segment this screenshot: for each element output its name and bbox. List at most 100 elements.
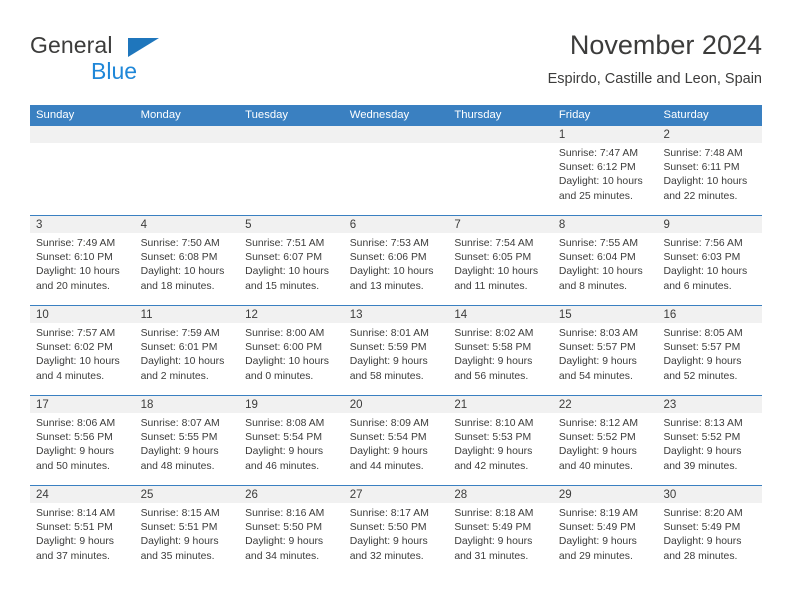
day-cell[interactable]: 17 Sunrise: 8:06 AM Sunset: 5:56 PM Dayl… [30, 396, 135, 485]
day-cell[interactable]: 3 Sunrise: 7:49 AM Sunset: 6:10 PM Dayli… [30, 216, 135, 305]
day-cell[interactable]: 4 Sunrise: 7:50 AM Sunset: 6:08 PM Dayli… [134, 216, 240, 305]
sunrise-text: Sunrise: 8:05 AM [663, 328, 743, 339]
day-cell[interactable]: 6 Sunrise: 7:53 AM Sunset: 6:06 PM Dayli… [343, 216, 449, 305]
day-cell[interactable]: 13 Sunrise: 8:01 AM Sunset: 5:59 PM Dayl… [343, 306, 449, 395]
day-number: 24 [30, 486, 135, 503]
day-cell[interactable]: 23 Sunrise: 8:13 AM Sunset: 5:52 PM Dayl… [657, 396, 763, 485]
day-number: 4 [134, 216, 240, 233]
day-details: Sunrise: 8:07 AM Sunset: 5:55 PM Dayligh… [135, 413, 240, 474]
day-cell[interactable]: 14 Sunrise: 8:02 AM Sunset: 5:58 PM Dayl… [448, 306, 553, 395]
daylight-text: Daylight: 9 hours and 48 minutes. [140, 446, 219, 472]
day-details: Sunrise: 7:50 AM Sunset: 6:08 PM Dayligh… [135, 233, 240, 294]
weekday-header-row: Sunday Monday Tuesday Wednesday Thursday… [30, 105, 762, 126]
daylight-text: Daylight: 10 hours and 15 minutes. [245, 266, 329, 292]
day-number: 18 [134, 396, 240, 413]
sunrise-text: Sunrise: 8:13 AM [663, 418, 743, 429]
brand-triangle-icon [128, 38, 159, 57]
sunrise-text: Sunrise: 7:53 AM [349, 238, 429, 249]
page-title: November 2024 [569, 30, 762, 60]
sunrise-text: Sunrise: 8:12 AM [558, 418, 639, 429]
day-cell[interactable]: 30 Sunrise: 8:20 AM Sunset: 5:49 PM Dayl… [657, 486, 763, 575]
day-cell[interactable]: 1 Sunrise: 7:47 AM Sunset: 6:12 PM Dayli… [552, 126, 658, 215]
day-details: Sunrise: 7:49 AM Sunset: 6:10 PM Dayligh… [30, 233, 135, 294]
day-cell[interactable]: 28 Sunrise: 8:18 AM Sunset: 5:49 PM Dayl… [448, 486, 553, 575]
day-cell[interactable] [448, 126, 553, 215]
day-number: 27 [343, 486, 449, 503]
sunset-text: Sunset: 5:53 PM [454, 432, 532, 444]
daylight-text: Daylight: 9 hours and 46 minutes. [245, 446, 324, 472]
day-cell[interactable]: 8 Sunrise: 7:55 AM Sunset: 6:04 PM Dayli… [552, 216, 658, 305]
day-number: 25 [134, 486, 240, 503]
sunset-text: Sunset: 6:02 PM [36, 342, 113, 354]
day-number [448, 126, 553, 143]
day-cell[interactable] [343, 126, 449, 215]
sunset-text: Sunset: 5:50 PM [349, 522, 427, 534]
day-number: 3 [30, 216, 135, 233]
sunset-text: Sunset: 6:12 PM [558, 162, 636, 174]
day-details: Sunrise: 8:12 AM Sunset: 5:52 PM Dayligh… [553, 413, 658, 474]
day-details: Sunrise: 8:17 AM Sunset: 5:50 PM Dayligh… [344, 503, 449, 564]
day-details [30, 143, 135, 147]
week-row: 17 Sunrise: 8:06 AM Sunset: 5:56 PM Dayl… [30, 395, 763, 485]
day-number [343, 126, 449, 143]
day-cell[interactable]: 15 Sunrise: 8:03 AM Sunset: 5:57 PM Dayl… [552, 306, 658, 395]
brand-logo[interactable]: General Blue [30, 33, 260, 89]
day-number [134, 126, 240, 143]
page-subtitle: Espirdo, Castille and Leon, Spain [547, 71, 762, 87]
brand-name-blue: Blue [91, 58, 138, 84]
day-cell[interactable]: 7 Sunrise: 7:54 AM Sunset: 6:05 PM Dayli… [448, 216, 553, 305]
sunset-text: Sunset: 5:57 PM [663, 342, 741, 354]
day-cell[interactable]: 9 Sunrise: 7:56 AM Sunset: 6:03 PM Dayli… [657, 216, 763, 305]
daylight-text: Daylight: 9 hours and 42 minutes. [454, 446, 533, 472]
day-cell[interactable]: 12 Sunrise: 8:00 AM Sunset: 6:00 PM Dayl… [239, 306, 344, 395]
day-cell[interactable]: 19 Sunrise: 8:08 AM Sunset: 5:54 PM Dayl… [239, 396, 344, 485]
daylight-text: Daylight: 10 hours and 0 minutes. [245, 356, 329, 382]
day-cell[interactable]: 22 Sunrise: 8:12 AM Sunset: 5:52 PM Dayl… [552, 396, 658, 485]
day-cell[interactable]: 10 Sunrise: 7:57 AM Sunset: 6:02 PM Dayl… [30, 306, 135, 395]
day-cell[interactable] [239, 126, 344, 215]
day-number: 9 [657, 216, 763, 233]
day-details: Sunrise: 7:57 AM Sunset: 6:02 PM Dayligh… [30, 323, 135, 384]
day-cell[interactable]: 18 Sunrise: 8:07 AM Sunset: 5:55 PM Dayl… [134, 396, 240, 485]
day-cell[interactable]: 27 Sunrise: 8:17 AM Sunset: 5:50 PM Dayl… [343, 486, 449, 575]
sunset-text: Sunset: 5:49 PM [663, 522, 741, 534]
day-cell[interactable]: 16 Sunrise: 8:05 AM Sunset: 5:57 PM Dayl… [657, 306, 763, 395]
day-cell[interactable] [134, 126, 240, 215]
day-cell[interactable]: 5 Sunrise: 7:51 AM Sunset: 6:07 PM Dayli… [239, 216, 344, 305]
day-cell[interactable]: 21 Sunrise: 8:10 AM Sunset: 5:53 PM Dayl… [448, 396, 553, 485]
day-number: 15 [552, 306, 658, 323]
sunrise-text: Sunrise: 7:57 AM [36, 328, 116, 339]
day-number [239, 126, 344, 143]
daylight-text: Daylight: 10 hours and 6 minutes. [663, 266, 748, 292]
day-cell[interactable]: 11 Sunrise: 7:59 AM Sunset: 6:01 PM Dayl… [134, 306, 240, 395]
day-cell[interactable]: 2 Sunrise: 7:48 AM Sunset: 6:11 PM Dayli… [657, 126, 763, 215]
day-number: 8 [552, 216, 658, 233]
sunset-text: Sunset: 5:58 PM [454, 342, 532, 354]
day-number: 1 [552, 126, 658, 143]
day-number: 23 [657, 396, 763, 413]
day-cell[interactable]: 24 Sunrise: 8:14 AM Sunset: 5:51 PM Dayl… [30, 486, 135, 575]
daylight-text: Daylight: 10 hours and 4 minutes. [36, 356, 120, 382]
day-number: 11 [134, 306, 240, 323]
daylight-text: Daylight: 10 hours and 20 minutes. [36, 266, 120, 292]
sunrise-text: Sunrise: 7:49 AM [36, 238, 116, 249]
day-cell[interactable]: 25 Sunrise: 8:15 AM Sunset: 5:51 PM Dayl… [134, 486, 240, 575]
weekday-header-thursday: Thursday [454, 109, 502, 121]
day-details: Sunrise: 8:13 AM Sunset: 5:52 PM Dayligh… [657, 413, 762, 474]
daylight-text: Daylight: 9 hours and 44 minutes. [349, 446, 428, 472]
daylight-text: Daylight: 10 hours and 13 minutes. [349, 266, 434, 292]
weekday-header-saturday: Saturday [663, 109, 709, 121]
day-cell[interactable]: 29 Sunrise: 8:19 AM Sunset: 5:49 PM Dayl… [552, 486, 658, 575]
day-cell[interactable]: 20 Sunrise: 8:09 AM Sunset: 5:54 PM Dayl… [343, 396, 449, 485]
sunset-text: Sunset: 6:10 PM [36, 252, 113, 264]
day-cell[interactable]: 26 Sunrise: 8:16 AM Sunset: 5:50 PM Dayl… [239, 486, 344, 575]
day-details: Sunrise: 7:59 AM Sunset: 6:01 PM Dayligh… [135, 323, 240, 384]
day-number: 7 [448, 216, 553, 233]
week-row: 24 Sunrise: 8:14 AM Sunset: 5:51 PM Dayl… [30, 485, 763, 575]
day-details: Sunrise: 7:48 AM Sunset: 6:11 PM Dayligh… [657, 143, 762, 204]
sunrise-text: Sunrise: 7:47 AM [558, 148, 639, 159]
day-cell[interactable] [30, 126, 135, 215]
sunrise-text: Sunrise: 7:48 AM [663, 148, 743, 159]
day-number: 17 [30, 396, 135, 413]
sunrise-text: Sunrise: 7:50 AM [140, 238, 220, 249]
